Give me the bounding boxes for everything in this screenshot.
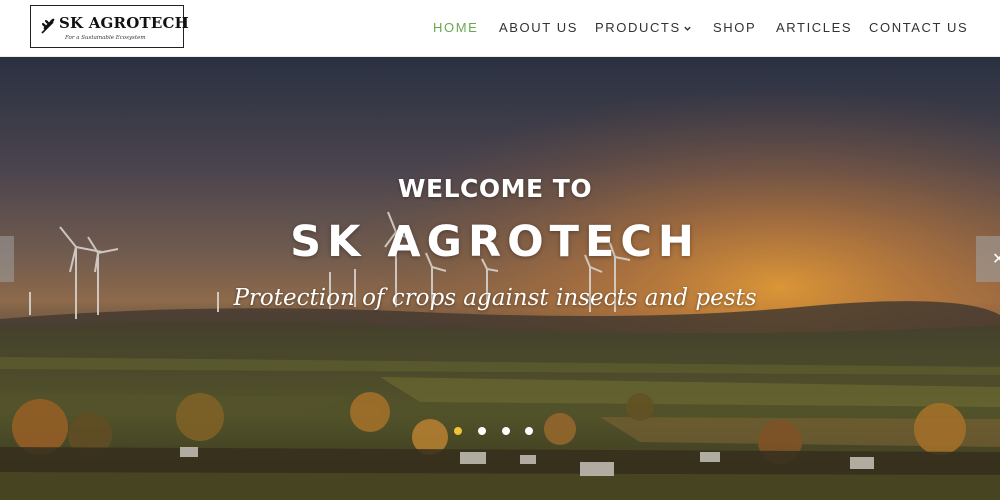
nav-item-label: ABOUT US xyxy=(499,20,579,35)
slider-dot[interactable] xyxy=(454,427,462,435)
nav-item-label: PRODUCTS xyxy=(595,20,681,35)
nav-item-label: HOME xyxy=(433,20,479,35)
slider-next-button[interactable]: ✕ xyxy=(976,236,1000,282)
slider-dot[interactable] xyxy=(525,427,533,435)
arrow-right-icon: ✕ xyxy=(992,249,1000,268)
slider-pagination xyxy=(454,427,544,437)
nav-item-shop[interactable]: SHOP xyxy=(713,20,756,35)
nav-item-contact-us[interactable]: CONTACT US xyxy=(869,20,968,35)
slider-dot[interactable] xyxy=(478,427,486,435)
hero-subtitle: Protection of crops against insects and … xyxy=(233,285,757,311)
nav-item-products[interactable]: PRODUCTS xyxy=(595,20,692,35)
hero-kicker: WELCOME TO xyxy=(397,174,593,203)
nav-item-home[interactable]: HOME xyxy=(433,20,478,35)
slider-dot[interactable] xyxy=(502,427,510,435)
hero-slider: WELCOME TO SK AGROTECH Protection of cro… xyxy=(0,57,1000,500)
main-nav: HOME ABOUT US PRODUCTS SHOP ARTICLES CON… xyxy=(0,20,1000,36)
nav-item-label: CONTACT US xyxy=(869,20,969,35)
nav-item-label: ARTICLES xyxy=(776,20,853,35)
nav-item-articles[interactable]: ARTICLES xyxy=(776,20,852,35)
nav-item-label: SHOP xyxy=(713,20,757,35)
chevron-down-icon xyxy=(684,26,691,31)
hero-title: SK AGROTECH xyxy=(290,217,700,267)
nav-item-about-us[interactable]: ABOUT US xyxy=(499,20,578,35)
site-header: SK AGROTECH For a Sustainable Ecosystem … xyxy=(0,0,1000,57)
slider-prev-button[interactable] xyxy=(0,236,14,282)
